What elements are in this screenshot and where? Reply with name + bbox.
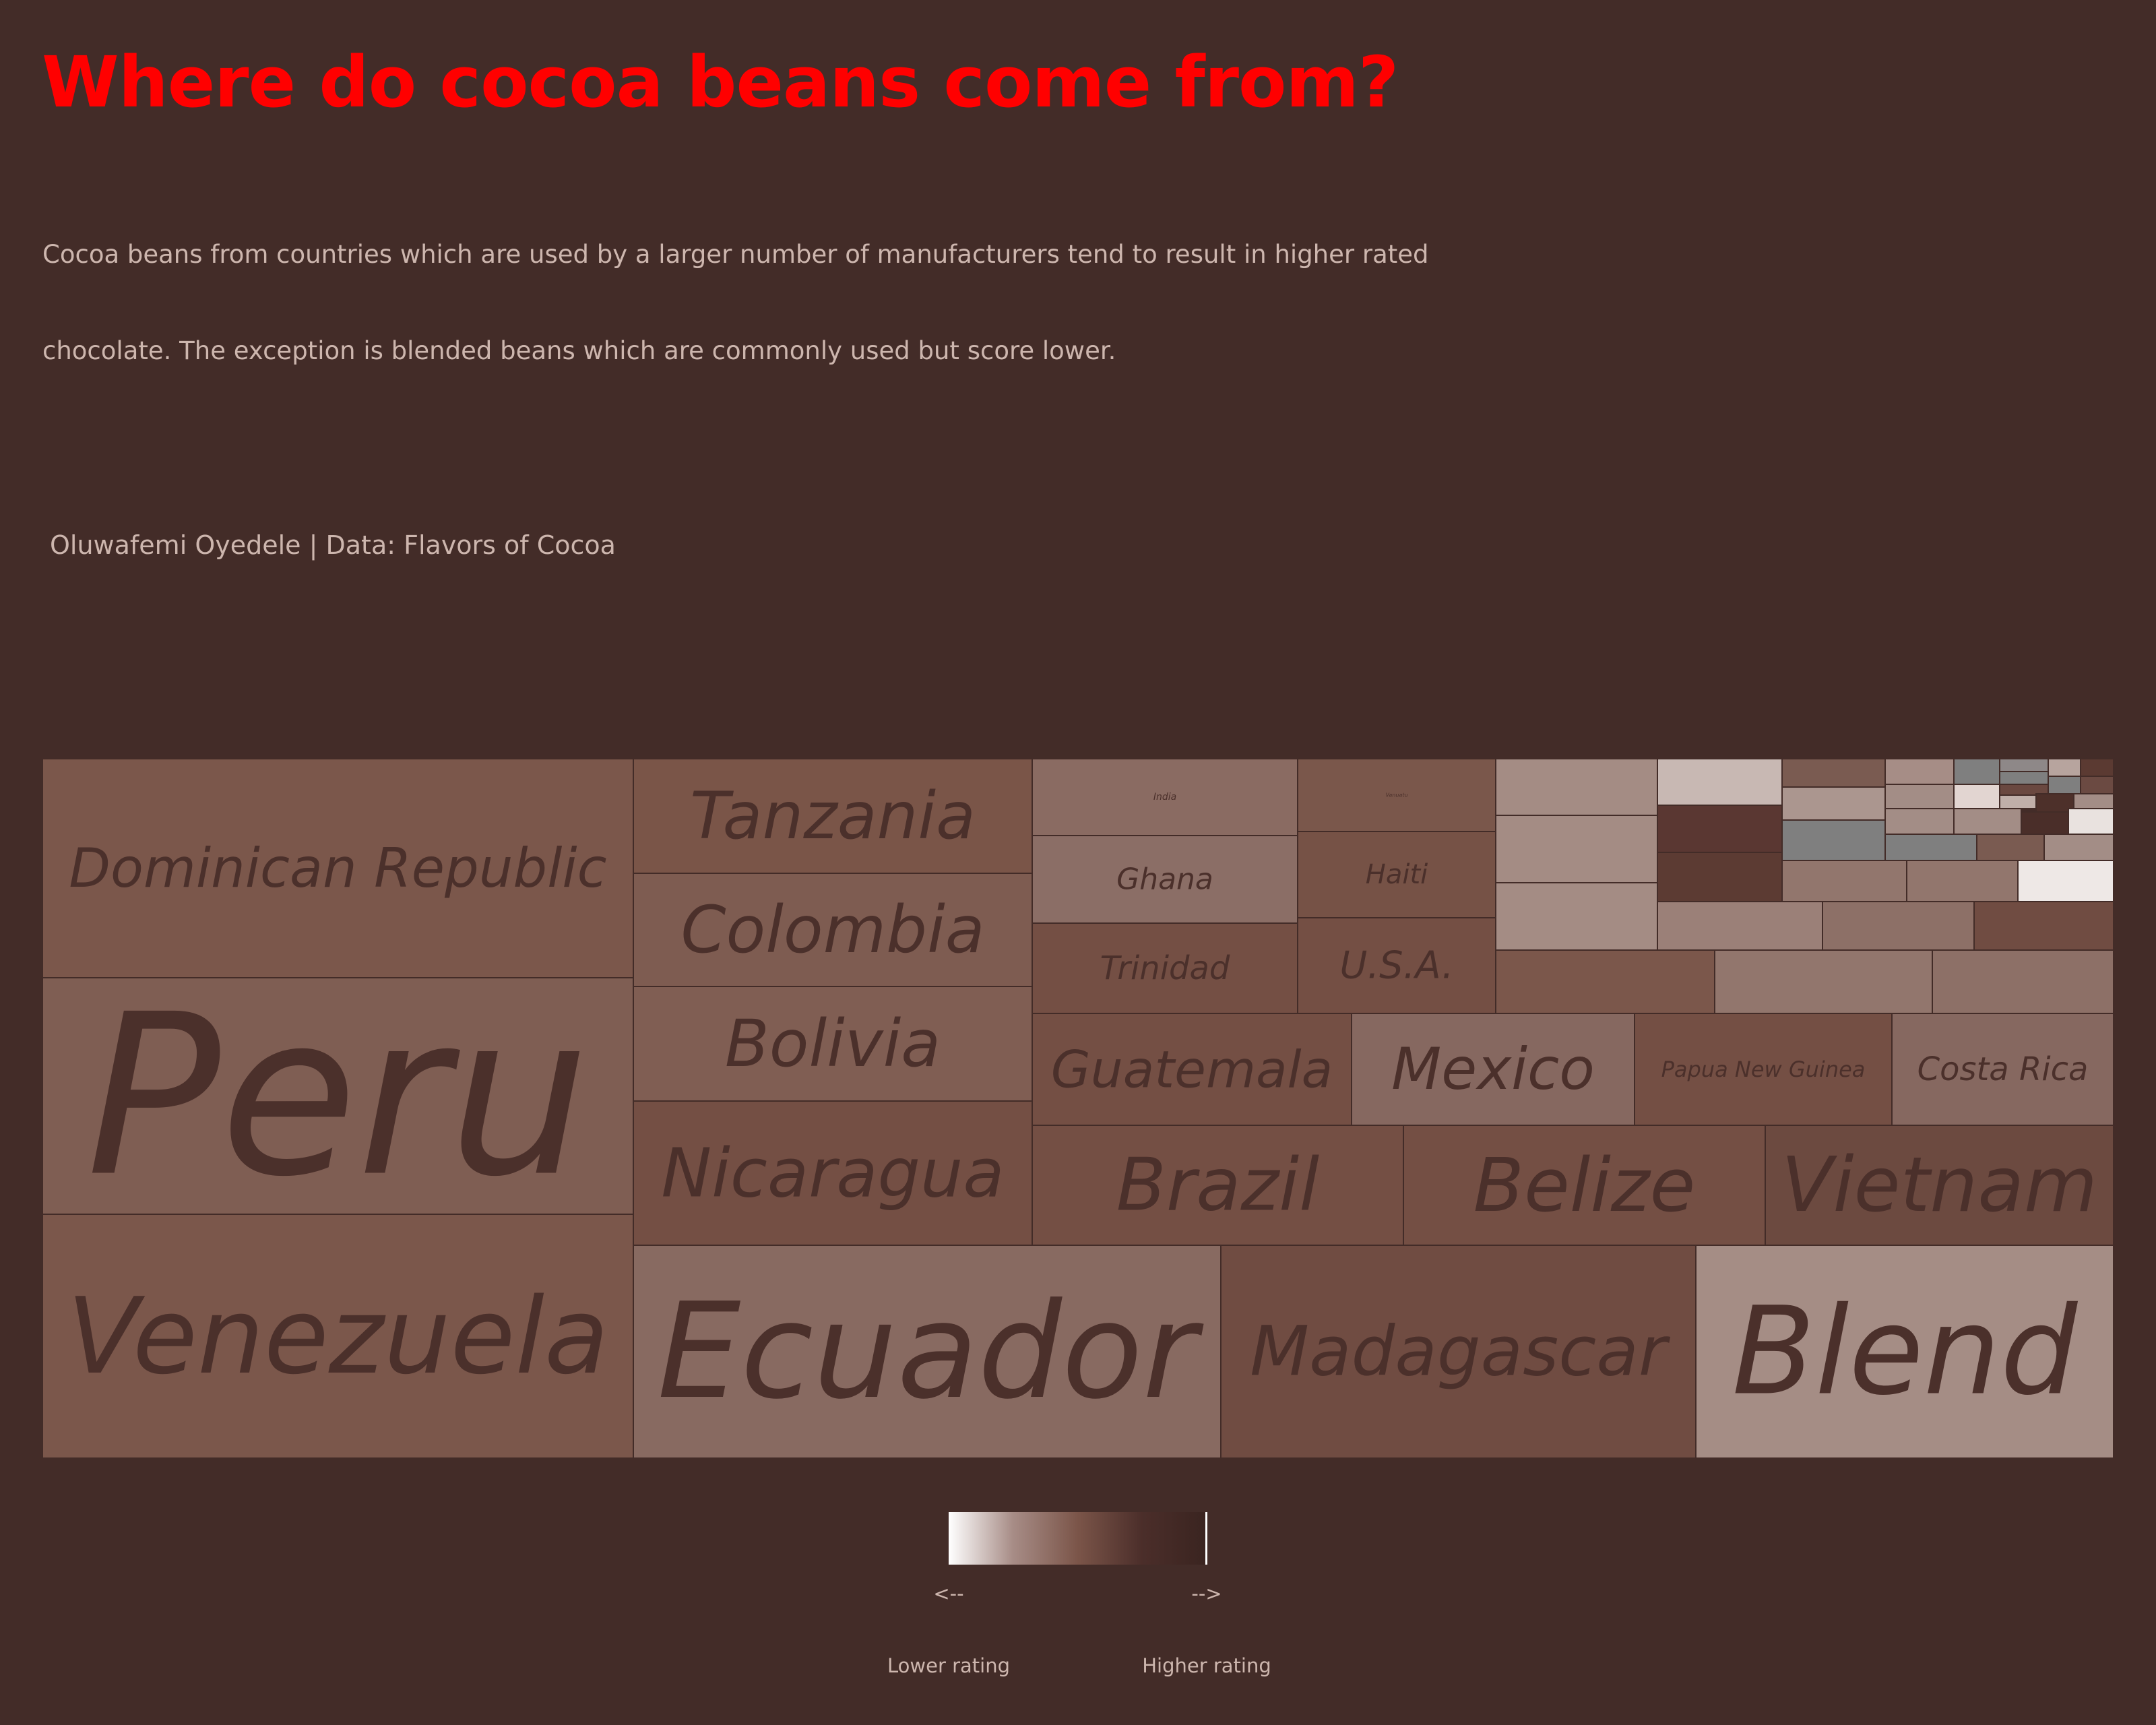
treemap-label-papua-new-guinea: Papua New Guinea bbox=[1661, 1057, 1866, 1082]
legend-left-arrow: <-- bbox=[933, 1582, 964, 1605]
treemap-label-venezuela: Venezuela bbox=[67, 1275, 608, 1398]
treemap-cell-small-22 bbox=[2073, 793, 2114, 809]
treemap-cell-small-34 bbox=[1822, 901, 1975, 951]
legend-gradient-bar bbox=[949, 1512, 1207, 1565]
treemap-cell-small-10 bbox=[1953, 758, 2000, 785]
treemap-label-ecuador: Ecuador bbox=[658, 1275, 1204, 1429]
treemap: Dominican Republic Peru Venezuela Tanzania C… bbox=[42, 758, 2114, 1459]
treemap-cell-small-24 bbox=[1953, 808, 2022, 835]
treemap-cell-small-28 bbox=[1976, 834, 2045, 861]
treemap-label-vietnam: Vietnam bbox=[1781, 1141, 2097, 1229]
treemap-cell-small-25 bbox=[2021, 811, 2069, 835]
legend-low-label: Lower rating bbox=[887, 1654, 1011, 1677]
treemap-label-belize: Belize bbox=[1473, 1142, 1696, 1228]
treemap-cell-small-38 bbox=[1932, 949, 2114, 1014]
treemap-cell-small-33 bbox=[1657, 901, 1823, 951]
treemap-cell-small-2 bbox=[1495, 882, 1658, 951]
treemap-cell-small-18 bbox=[2048, 776, 2081, 794]
treemap-cell-small-12 bbox=[1999, 771, 2049, 785]
treemap-label-tanzania: Tanzania bbox=[690, 778, 976, 854]
treemap-label-madagascar: Madagascar bbox=[1250, 1312, 1671, 1392]
treemap-cell-small-4 bbox=[1657, 805, 1783, 853]
treemap-cell-small-19 bbox=[2080, 776, 2114, 794]
treemap-cell-small-31 bbox=[1906, 860, 2019, 902]
treemap-label-ghana: Ghana bbox=[1116, 862, 1213, 897]
treemap-cell-small-0 bbox=[1495, 758, 1658, 816]
treemap-cell-small-27 bbox=[1884, 834, 1977, 861]
treemap-cell-small-20 bbox=[1999, 794, 2037, 809]
treemap-label-trinidad: Trinidad bbox=[1100, 949, 1230, 987]
treemap-label-u-s-a: U.S.A. bbox=[1339, 944, 1453, 988]
legend-right-arrow: --> bbox=[1191, 1582, 1222, 1605]
treemap-cell-small-9 bbox=[1884, 758, 1955, 785]
treemap-label-bolivia: Bolivia bbox=[725, 1006, 941, 1081]
treemap-label-nicaragua: Nicaragua bbox=[661, 1134, 1004, 1213]
treemap-label-india: India bbox=[1153, 792, 1176, 803]
treemap-cell-small-8 bbox=[1781, 819, 1886, 861]
treemap-cell-small-29 bbox=[2043, 834, 2114, 861]
treemap-cell-small-14 bbox=[2080, 758, 2114, 777]
treemap-cell-small-30 bbox=[1781, 860, 1907, 902]
treemap-cell-small-5 bbox=[1657, 852, 1783, 902]
treemap-label-blend: Blend bbox=[1732, 1282, 2079, 1422]
treemap-label-peru: Peru bbox=[86, 967, 590, 1226]
treemap-cell-small-23 bbox=[1884, 808, 1955, 835]
treemap-label-brazil: Brazil bbox=[1116, 1143, 1319, 1228]
treemap-cell-small-6 bbox=[1781, 758, 1886, 788]
treemap-cell-small-7 bbox=[1781, 786, 1886, 821]
treemap-cell-small-36 bbox=[1495, 949, 1715, 1014]
treemap-label-guatemala: Guatemala bbox=[1051, 1040, 1333, 1100]
treemap-cell-small-13 bbox=[2048, 758, 2081, 777]
treemap-label-haiti: Haiti bbox=[1366, 859, 1428, 890]
treemap-cell-small-1 bbox=[1495, 815, 1658, 883]
legend-high-label: Higher rating bbox=[1142, 1654, 1271, 1677]
treemap-label-dominican-republic: Dominican Republic bbox=[69, 837, 606, 900]
treemap-label-colombia: Colombia bbox=[680, 892, 984, 968]
treemap-cell-small-3 bbox=[1657, 758, 1783, 806]
treemap-cell-small-26 bbox=[2068, 808, 2114, 835]
treemap-cell-small-37 bbox=[1714, 949, 1933, 1014]
treemap-cell-small-16 bbox=[1953, 784, 2000, 809]
legend-high-tick bbox=[1205, 1512, 1207, 1565]
treemap-label-vanuatu: Vanuatu bbox=[1385, 792, 1407, 798]
treemap-cell-small-11 bbox=[1999, 758, 2049, 772]
treemap-cell-small-15 bbox=[1884, 784, 1955, 809]
treemap-label-mexico: Mexico bbox=[1391, 1036, 1595, 1103]
treemap-label-costa-rica: Costa Rica bbox=[1917, 1050, 2089, 1088]
treemap-cell-small-32 bbox=[2017, 860, 2114, 902]
treemap-cell-small-35 bbox=[1973, 901, 2114, 951]
